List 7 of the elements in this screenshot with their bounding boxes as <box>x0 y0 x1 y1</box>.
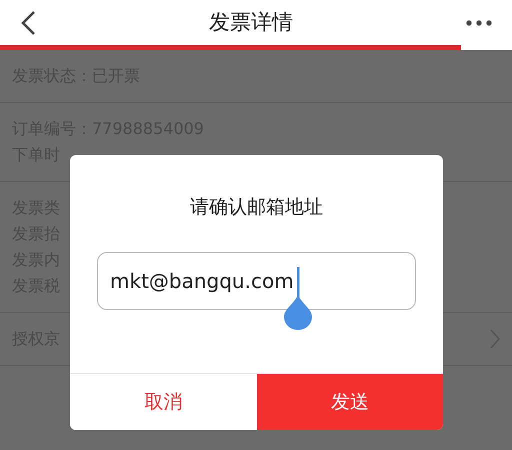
back-icon[interactable] <box>20 10 36 36</box>
email-field[interactable]: mkt@bangqu.com <box>97 252 416 310</box>
more-icon[interactable] <box>466 20 492 26</box>
email-input: mkt@bangqu.com <box>110 266 403 296</box>
send-button[interactable]: 发送 <box>256 374 443 430</box>
dialog-title: 请确认邮箱地址 <box>190 195 323 220</box>
page-title: 发票详情 <box>209 8 293 36</box>
